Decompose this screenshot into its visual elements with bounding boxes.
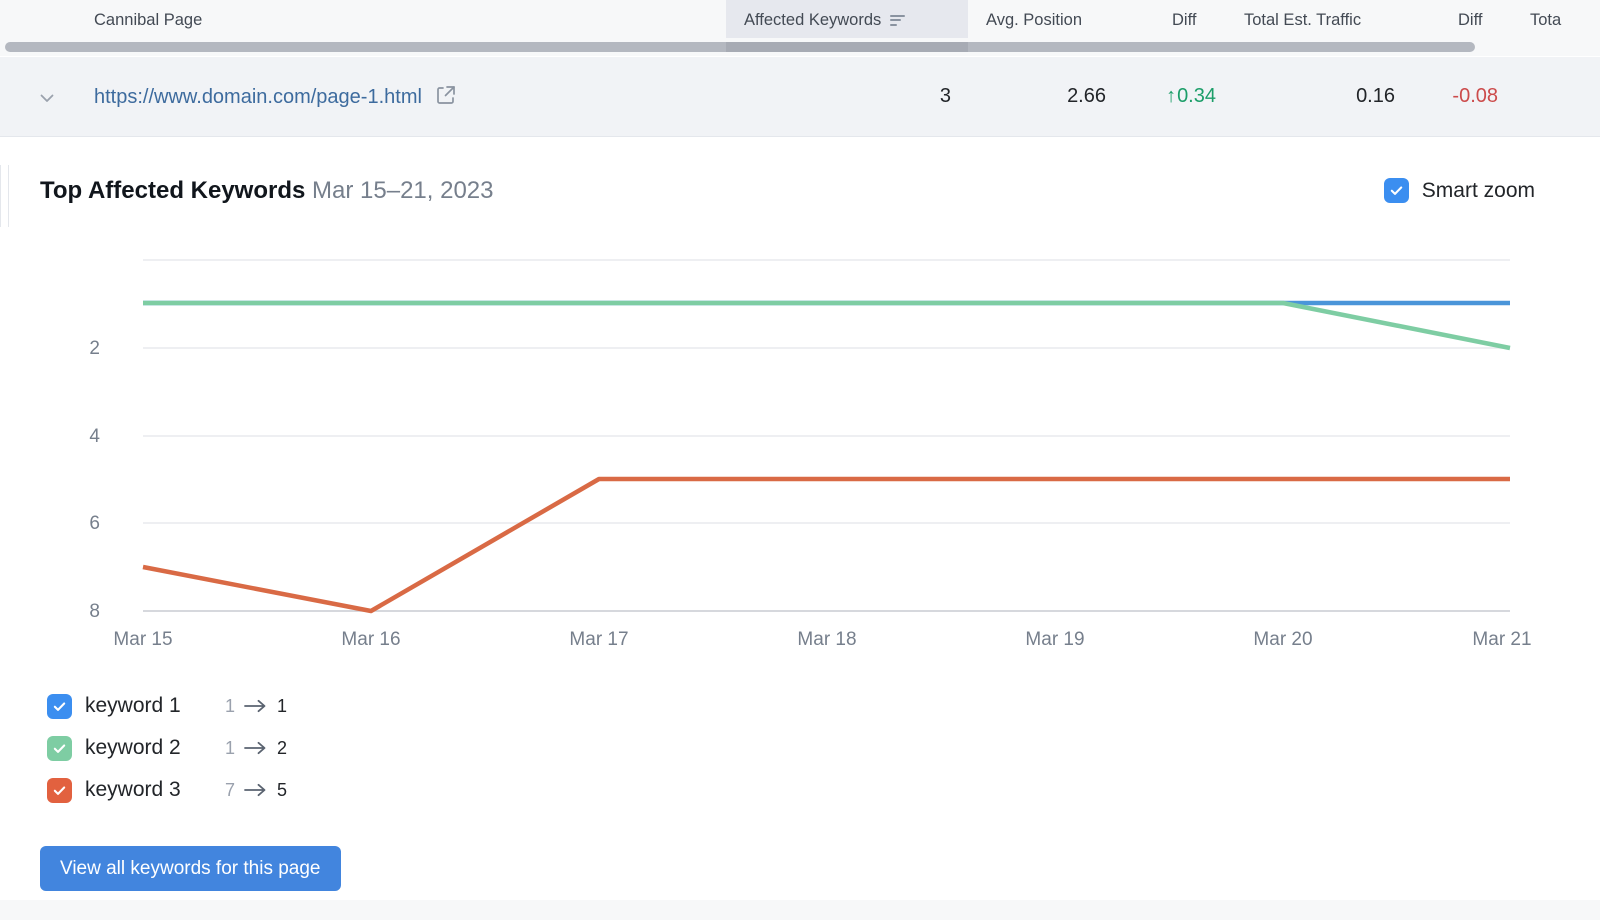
column-header-diff-position[interactable]: Diff <box>1172 0 1196 40</box>
column-header-label: Diff <box>1458 11 1482 30</box>
y-axis-tick-2: 2 <box>60 338 100 360</box>
legend-label: keyword 3 <box>85 778 213 802</box>
legend-label: keyword 2 <box>85 736 213 760</box>
legend-item-keyword-1[interactable]: keyword 1 1 1 <box>47 685 293 727</box>
column-header-label: Cannibal Page <box>94 11 202 30</box>
chart-gridlines <box>143 260 1510 611</box>
column-header-label: Avg. Position <box>986 11 1082 30</box>
legend-position-from: 1 <box>213 738 235 759</box>
diff-position-value: 0.34 <box>1177 85 1216 108</box>
column-header-diff-traffic[interactable]: Diff <box>1458 0 1482 40</box>
legend-checkbox-checked-icon[interactable] <box>47 778 72 803</box>
chart-series-lines <box>143 303 1510 611</box>
cell-diff-position: ↑ 0.34 <box>1106 85 1216 108</box>
legend-item-keyword-2[interactable]: keyword 2 1 2 <box>47 727 293 769</box>
cell-affected-keywords: 3 <box>846 85 951 108</box>
cell-avg-position: 2.66 <box>976 85 1106 108</box>
column-header-total-truncated[interactable]: Tota <box>1530 0 1561 40</box>
y-axis-tick-8: 8 <box>60 601 100 623</box>
legend-item-keyword-3[interactable]: keyword 3 7 5 <box>47 769 293 811</box>
column-header-affected-keywords[interactable]: Affected Keywords <box>726 0 968 41</box>
legend-position-to: 2 <box>277 738 293 759</box>
column-header-label: Total Est. Traffic <box>1244 11 1361 30</box>
column-header-cannibal-page[interactable]: Cannibal Page <box>94 0 202 40</box>
x-axis-tick-mar-19: Mar 19 <box>985 629 1125 651</box>
legend-position-from: 1 <box>213 696 235 717</box>
legend-position-from: 7 <box>213 780 235 801</box>
arrow-right-icon <box>244 699 268 713</box>
table-header: Cannibal Page Affected Keywords Avg. Pos… <box>0 0 1600 40</box>
y-axis-tick-6: 6 <box>60 513 100 535</box>
keyword-position-line-chart: 2 4 6 8 <box>0 138 1600 668</box>
table-row[interactable]: https://www.domain.com/page-1.html 3 2.6… <box>0 57 1600 137</box>
legend-checkbox-checked-icon[interactable] <box>47 694 72 719</box>
legend-position-to: 5 <box>277 780 293 801</box>
x-axis-tick-mar-18: Mar 18 <box>757 629 897 651</box>
x-axis-tick-mar-16: Mar 16 <box>301 629 441 651</box>
view-all-keywords-button[interactable]: View all keywords for this page <box>40 846 341 891</box>
column-header-label: Tota <box>1530 11 1561 30</box>
x-axis-tick-mar-17: Mar 17 <box>529 629 669 651</box>
column-header-total-est-traffic[interactable]: Total Est. Traffic <box>1244 0 1361 40</box>
cell-diff-traffic: -0.08 <box>1405 85 1498 108</box>
arrow-right-icon <box>244 783 268 797</box>
page-url-link[interactable]: https://www.domain.com/page-1.html <box>94 86 422 109</box>
column-header-label: Affected Keywords <box>744 11 881 30</box>
arrow-up-icon: ↑ <box>1166 85 1176 108</box>
expand-row-chevron-down-icon[interactable] <box>33 84 61 112</box>
panel-bottom-strip <box>0 900 1600 920</box>
chart-legend: keyword 1 1 1 keyword 2 1 2 <box>47 685 293 811</box>
external-link-icon[interactable] <box>435 84 457 111</box>
horizontal-scrollbar-thumb-highlight[interactable] <box>726 42 968 52</box>
cell-total-est-traffic: 0.16 <box>1250 85 1395 108</box>
arrow-right-icon <box>244 741 268 755</box>
cannibal-page-url-cell: https://www.domain.com/page-1.html <box>94 84 457 111</box>
x-axis-tick-mar-20: Mar 20 <box>1213 629 1353 651</box>
column-header-label: Diff <box>1172 11 1196 30</box>
legend-position-to: 1 <box>277 696 293 717</box>
y-axis-tick-4: 4 <box>60 426 100 448</box>
series-line-keyword-2 <box>143 303 1510 348</box>
column-header-avg-position[interactable]: Avg. Position <box>986 0 1082 40</box>
cannibalization-report-panel: Cannibal Page Affected Keywords Avg. Pos… <box>0 0 1600 920</box>
x-axis-tick-mar-15: Mar 15 <box>73 629 213 651</box>
sort-icon[interactable] <box>890 15 905 27</box>
x-axis-tick-mar-21: Mar 21 <box>1432 629 1572 651</box>
chart-canvas <box>0 138 1600 668</box>
legend-label: keyword 1 <box>85 694 213 718</box>
series-line-keyword-3 <box>143 479 1510 611</box>
legend-checkbox-checked-icon[interactable] <box>47 736 72 761</box>
